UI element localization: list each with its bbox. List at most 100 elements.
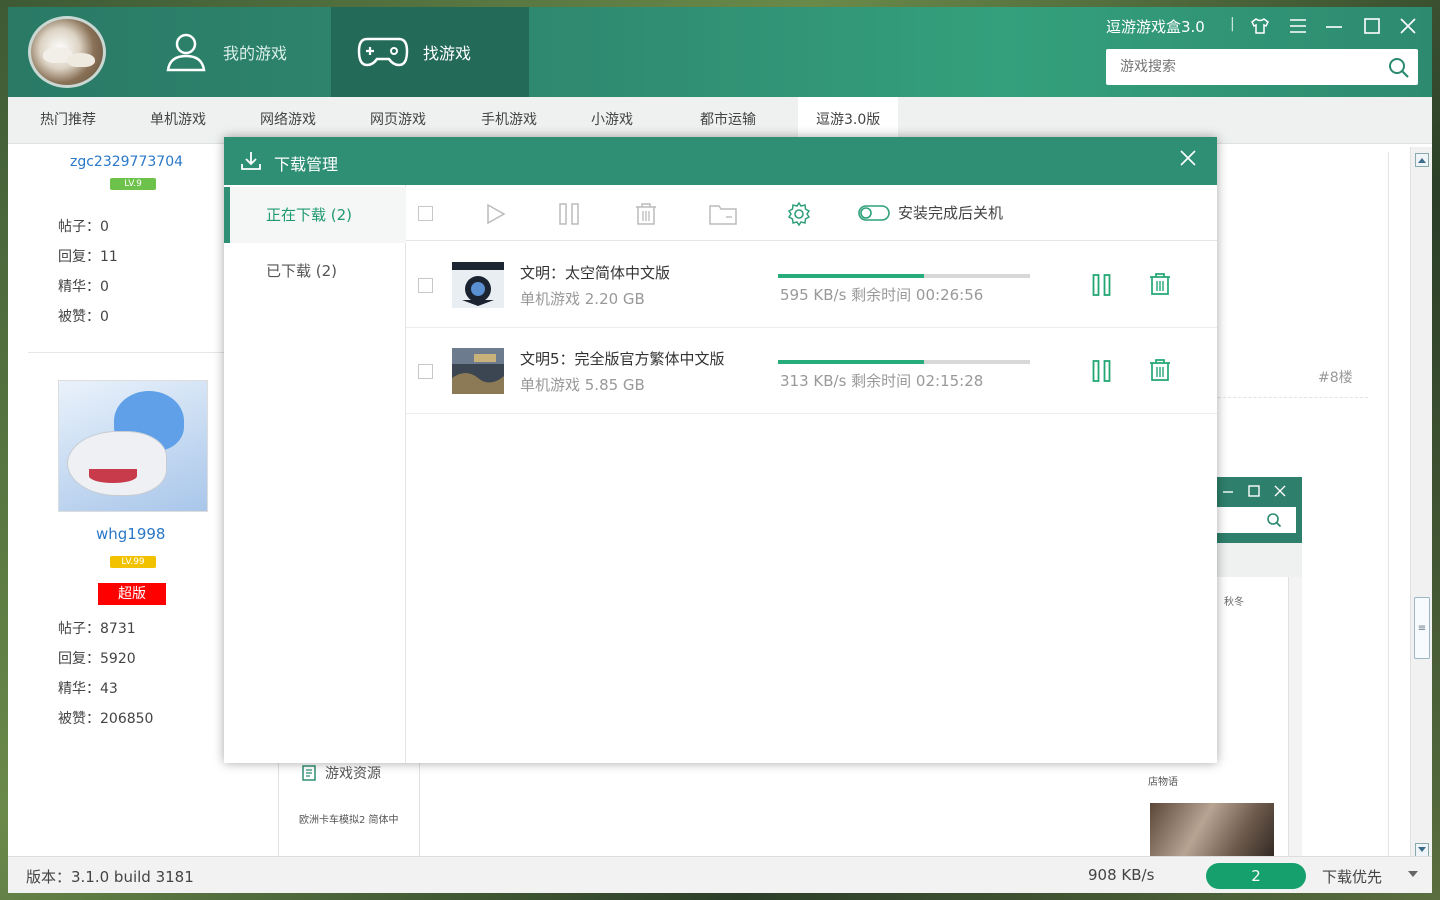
game-meta: 单机游戏 5.85 GB xyxy=(520,376,645,394)
pause-icon[interactable] xyxy=(1092,274,1112,296)
row-checkbox[interactable] xyxy=(418,278,433,293)
progress-fill xyxy=(778,274,925,278)
select-all-checkbox[interactable] xyxy=(418,206,433,221)
dialog-close-icon[interactable] xyxy=(1177,147,1199,169)
pause-icon[interactable] xyxy=(558,203,580,225)
user-avatar[interactable] xyxy=(28,16,106,88)
skin-icon[interactable] xyxy=(1250,16,1270,36)
user2-name[interactable]: whg1998 xyxy=(96,525,165,543)
progress-bar xyxy=(778,274,1030,278)
game-resources-panel: 游戏资源 欧洲卡车模拟2 简体中 xyxy=(278,759,420,869)
resource-item[interactable]: 欧洲卡车模拟2 简体中 xyxy=(299,811,399,826)
dotted-divider xyxy=(1218,397,1368,398)
user1-elite: 精华：0 xyxy=(58,279,109,295)
app-header: 我的游戏 找游戏 逗游游戏盒3.0 | xyxy=(8,7,1432,97)
user1-level-badge: LV.9 xyxy=(110,178,156,190)
user2-likes: 被赞：206850 xyxy=(58,711,154,727)
user2-avatar[interactable] xyxy=(58,380,208,512)
content-border xyxy=(1388,152,1389,862)
mini-window-text-2: 店物语 xyxy=(1148,777,1178,788)
game-name: 文明：太空简体中文版 xyxy=(520,264,671,282)
game-search-input[interactable] xyxy=(1106,49,1376,85)
scroll-down-button[interactable] xyxy=(1415,843,1429,857)
tab-downloaded[interactable]: 已下载 (2) xyxy=(224,243,406,299)
mini-window-text: 秋冬 xyxy=(1224,597,1244,608)
user2-level-badge: LV.99 xyxy=(110,556,156,568)
game-meta: 单机游戏 2.20 GB xyxy=(520,290,645,308)
forum-user-column: zgc2329773704 LV.9 帖子：0 回复：11 精华：0 被赞：0 … xyxy=(28,144,228,864)
user1-replies: 回复：11 xyxy=(58,249,118,265)
minimize-icon[interactable] xyxy=(1324,16,1344,36)
tab-find-games-label: 找游戏 xyxy=(423,44,472,63)
user2-elite: 精华：43 xyxy=(58,681,118,697)
download-icon xyxy=(241,152,261,170)
main-scrollbar[interactable]: ≡ xyxy=(1410,147,1432,863)
mini-window-header xyxy=(1216,477,1302,543)
download-speed: 595 KB/s 剩余时间 00:26:56 xyxy=(780,286,984,304)
tab-my-games-label: 我的游戏 xyxy=(223,44,288,63)
game-thumbnail-civ5[interactable] xyxy=(452,348,504,394)
divider xyxy=(28,352,228,353)
status-bar: 版本：3.1.0 build 3181 908 KB/s 2 下载优先 xyxy=(8,856,1432,893)
user2-posts: 帖子：8731 xyxy=(58,621,136,637)
download-tabs: 正在下载 (2) 已下载 (2) xyxy=(224,185,406,763)
mini-minimize-icon[interactable] xyxy=(1222,485,1234,497)
game-name: 文明5：完全版官方繁体中文版 xyxy=(520,350,725,368)
mini-maximize-icon[interactable] xyxy=(1248,485,1260,497)
shutdown-after-install-label[interactable]: 安装完成后关机 xyxy=(898,202,1003,223)
settings-gear-icon[interactable] xyxy=(786,201,812,227)
floor-label: #8楼 xyxy=(1318,370,1353,386)
game-search-box xyxy=(1106,49,1418,85)
version-label: 版本：3.1.0 build 3181 xyxy=(26,868,194,886)
mini-window-image[interactable] xyxy=(1150,803,1274,863)
download-toolbar: 安装完成后关机 xyxy=(406,185,1217,241)
maximize-icon[interactable] xyxy=(1362,16,1382,36)
game-resources-title[interactable]: 游戏资源 xyxy=(301,763,381,783)
super-moderator-badge: 超版 xyxy=(98,583,166,605)
menu-icon[interactable] xyxy=(1288,16,1308,36)
title-separator: | xyxy=(1230,16,1235,32)
search-icon[interactable] xyxy=(1388,57,1410,83)
progress-bar xyxy=(778,360,1030,364)
row-checkbox[interactable] xyxy=(418,364,433,379)
close-icon[interactable] xyxy=(1398,16,1418,36)
download-speed: 313 KB/s 剩余时间 02:15:28 xyxy=(780,372,984,390)
download-manager-dialog: 下载管理 正在下载 (2) 已下载 (2) 安装完成后关机 文明：太空简体中文版… xyxy=(224,137,1217,763)
user2-replies: 回复：5920 xyxy=(58,651,136,667)
mini-window-category-bar xyxy=(1216,543,1302,577)
folder-icon[interactable] xyxy=(709,203,737,225)
dialog-title: 下载管理 xyxy=(274,155,339,174)
shutdown-toggle[interactable] xyxy=(858,205,890,221)
category-single[interactable]: 单机游戏 xyxy=(150,97,206,144)
scroll-up-button[interactable] xyxy=(1415,153,1429,167)
document-icon xyxy=(302,765,316,781)
tab-my-games[interactable]: 我的游戏 xyxy=(163,7,323,97)
active-downloads-badge[interactable]: 2 xyxy=(1206,863,1306,889)
mini-close-icon[interactable] xyxy=(1274,485,1286,497)
tab-find-games[interactable]: 找游戏 xyxy=(331,7,529,97)
mini-search-icon[interactable] xyxy=(1266,512,1282,528)
trash-icon[interactable] xyxy=(634,202,658,226)
scroll-thumb[interactable]: ≡ xyxy=(1414,597,1430,659)
progress-fill xyxy=(778,360,925,364)
mini-window-scrollbar[interactable] xyxy=(1288,577,1302,867)
trash-icon[interactable] xyxy=(1148,358,1172,382)
pause-icon[interactable] xyxy=(1092,360,1112,382)
user1-likes: 被赞：0 xyxy=(58,309,109,325)
chevron-down-icon[interactable] xyxy=(1408,871,1418,877)
download-priority-select[interactable]: 下载优先 xyxy=(1322,866,1382,887)
background-mini-window: 秋冬 店物语 xyxy=(1148,477,1302,867)
download-row: 文明：太空简体中文版 单机游戏 2.20 GB 595 KB/s 剩余时间 00… xyxy=(406,242,1217,328)
tab-downloading[interactable]: 正在下载 (2) xyxy=(224,187,406,243)
play-icon[interactable] xyxy=(486,203,506,225)
mini-search-box[interactable] xyxy=(1216,507,1296,533)
user1-name[interactable]: zgc2329773704 xyxy=(70,154,183,170)
total-download-speed: 908 KB/s xyxy=(1088,866,1155,884)
gamepad-icon xyxy=(357,37,409,67)
game-thumbnail-civ-beyond-earth[interactable] xyxy=(452,262,504,308)
dialog-header: 下载管理 xyxy=(224,137,1217,185)
trash-icon[interactable] xyxy=(1148,272,1172,296)
category-hot[interactable]: 热门推荐 xyxy=(40,97,96,144)
user-icon xyxy=(166,33,206,72)
app-title: 逗游游戏盒3.0 xyxy=(1106,18,1205,36)
